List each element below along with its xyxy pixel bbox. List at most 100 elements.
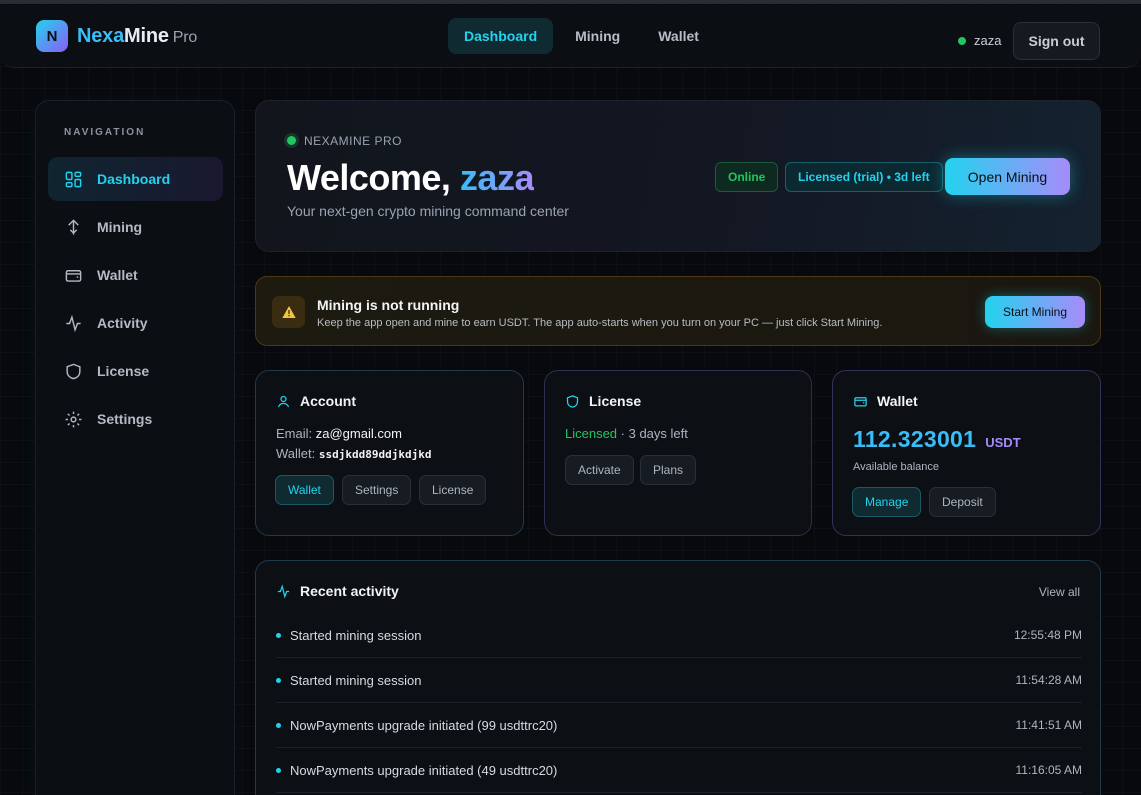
activity-description: NowPayments upgrade initiated (99 usdttr… — [290, 717, 558, 733]
alert-message: Keep the app open and mine to earn USDT.… — [317, 317, 883, 329]
window-top-edge — [0, 0, 1141, 4]
sidebar-item-label: License — [97, 363, 150, 379]
account-card-title: Account — [300, 393, 356, 409]
sidebar-item-settings[interactable]: Settings — [48, 397, 223, 441]
bullet-dot — [276, 677, 281, 683]
activity-icon — [277, 583, 290, 599]
start-mining-button[interactable]: Start Mining — [985, 296, 1085, 328]
balance-amount: 112.323001 — [853, 426, 977, 452]
account-email: za@gmail.com — [315, 426, 402, 441]
activity-row: NowPayments upgrade initiated (49 usdttr… — [276, 748, 1082, 793]
account-license-button[interactable]: License — [419, 475, 487, 505]
wallet-icon — [65, 269, 82, 282]
brand-part-2: Mine — [124, 25, 169, 47]
license-card-title: License — [589, 393, 642, 409]
wallet-label: Wallet: — [276, 446, 316, 461]
sidebar-item-license[interactable]: License — [48, 349, 223, 393]
sidebar-item-label: Mining — [97, 219, 143, 235]
email-label: Email: — [276, 426, 313, 441]
open-mining-button[interactable]: Open Mining — [945, 158, 1070, 195]
balance-unit: USDT — [985, 435, 1021, 450]
alert-title: Mining is not running — [317, 297, 460, 313]
account-email-line: Email: za@gmail.com — [276, 426, 402, 441]
view-all-link[interactable]: View all — [1039, 585, 1080, 599]
account-settings-button[interactable]: Settings — [342, 475, 412, 505]
account-wallet-address: ssdjkdd89ddjkdjkd — [318, 448, 432, 461]
wallet-icon — [854, 396, 867, 406]
top-nav-mining[interactable]: Mining — [559, 18, 636, 54]
license-remaining: · 3 days left — [617, 426, 688, 441]
hero-subtitle: Your next-gen crypto mining command cent… — [287, 203, 569, 219]
activity-row: Started mining session 11:54:28 AM — [276, 658, 1082, 703]
gear-icon — [65, 411, 82, 427]
welcome-hero: NEXAMINE PRO Welcome, zaza Your next-gen… — [255, 100, 1101, 252]
sidebar: NAVIGATION Dashboard Mining Wallet Activ… — [35, 100, 235, 795]
bullet-dot — [276, 767, 281, 773]
welcome-text: Welcome, — [287, 157, 451, 198]
shield-icon — [66, 363, 81, 379]
top-nav: Dashboard Mining Wallet — [448, 18, 715, 54]
page-title: Welcome, zaza — [287, 157, 534, 199]
license-card-header: License — [565, 393, 641, 409]
status-dot — [287, 136, 296, 145]
activity-description: Started mining session — [290, 627, 422, 643]
pickaxe-icon — [68, 218, 79, 235]
balance-label: Available balance — [853, 461, 940, 473]
license-status-line: Licensed · 3 days left — [565, 426, 688, 441]
activity-description: NowPayments upgrade initiated (49 usdttr… — [290, 762, 558, 778]
activity-row: Started mining session 12:55:48 PM — [276, 613, 1082, 658]
warning-icon — [272, 296, 305, 328]
shield-icon — [566, 394, 579, 408]
sign-out-button[interactable]: Sign out — [1013, 22, 1100, 60]
account-wallet-line: Wallet: ssdjkdd89ddjkdjkd — [276, 446, 431, 461]
top-nav-wallet[interactable]: Wallet — [642, 18, 715, 54]
license-card: License Licensed · 3 days left Activate … — [544, 370, 812, 536]
top-bar: N NexaMine Pro Dashboard Mining Wallet za… — [0, 5, 1141, 68]
sidebar-item-label: Activity — [97, 315, 148, 331]
sidebar-title: NAVIGATION — [64, 127, 146, 138]
sidebar-item-wallet[interactable]: Wallet — [48, 253, 223, 297]
hero-kicker: NEXAMINE PRO — [304, 134, 403, 148]
license-status-badge: Licensed (trial) • 3d left — [785, 162, 943, 192]
brand-name: NexaMine Pro — [77, 25, 197, 48]
activity-row: NowPayments upgrade initiated (99 usdttr… — [276, 703, 1082, 748]
logo-icon: N — [36, 20, 68, 52]
online-status-badge: Online — [715, 162, 779, 192]
brand-part-1: Nexa — [77, 25, 125, 47]
activity-time: 12:55:48 PM — [1013, 628, 1082, 642]
manage-button[interactable]: Manage — [852, 487, 922, 517]
account-card-header: Account — [276, 393, 356, 409]
account-wallet-button[interactable]: Wallet — [275, 475, 334, 505]
activity-time: 11:16:05 AM — [1015, 763, 1083, 777]
sidebar-item-mining[interactable]: Mining — [48, 205, 223, 249]
account-card: Account Email: za@gmail.com Wallet: ssdj… — [255, 370, 524, 536]
sidebar-item-dashboard[interactable]: Dashboard — [48, 157, 223, 201]
welcome-username: zaza — [459, 157, 535, 198]
user-icon — [277, 395, 290, 407]
grid-icon — [65, 171, 82, 187]
activity-time: 11:41:51 AM — [1015, 718, 1083, 732]
mining-alert: Mining is not running Keep the app open … — [255, 276, 1101, 346]
activity-time: 11:54:28 AM — [1015, 673, 1083, 687]
activity-description: Started mining session — [290, 672, 422, 688]
recent-activity-card: Recent activity View all Started mining … — [255, 560, 1101, 795]
sidebar-item-label: Settings — [97, 411, 153, 427]
plans-button[interactable]: Plans — [640, 455, 697, 485]
sidebar-item-activity[interactable]: Activity — [48, 301, 223, 345]
deposit-button[interactable]: Deposit — [929, 487, 996, 517]
top-nav-dashboard[interactable]: Dashboard — [448, 18, 554, 54]
sidebar-item-label: Dashboard — [97, 171, 171, 187]
activity-card-title: Recent activity — [300, 583, 399, 599]
bullet-dot — [276, 722, 281, 728]
license-status: Licensed — [565, 426, 618, 441]
activity-icon — [66, 314, 81, 332]
activity-card-header: Recent activity — [276, 583, 399, 599]
wallet-card-title: Wallet — [877, 393, 918, 409]
user-online-indicator — [958, 37, 966, 45]
bullet-dot — [276, 632, 281, 638]
user-name: zaza — [974, 33, 1002, 48]
wallet-balance: 112.323001 USDT — [853, 426, 1021, 453]
wallet-card: Wallet 112.323001 USDT Available balance… — [832, 370, 1101, 536]
brand-suffix: Pro — [172, 29, 198, 46]
activate-button[interactable]: Activate — [565, 455, 634, 485]
